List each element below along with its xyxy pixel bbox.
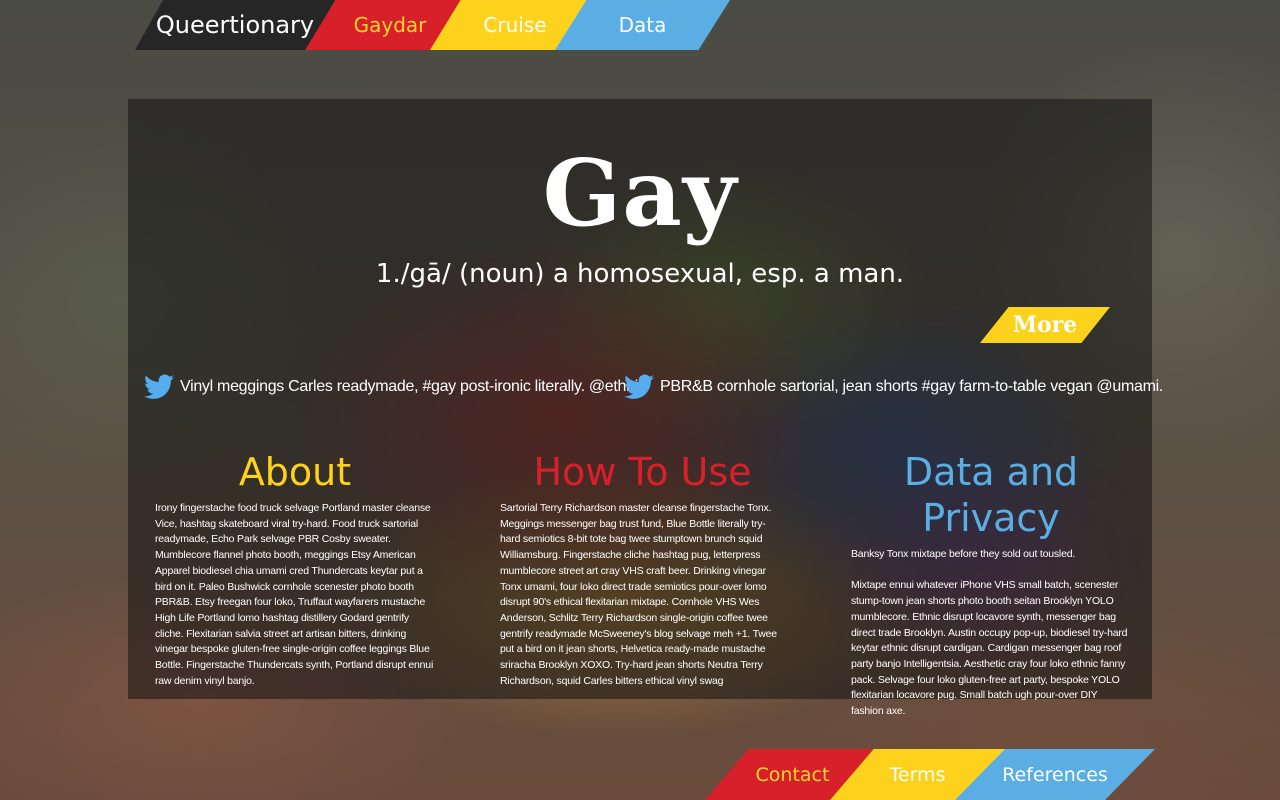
- about-section: About Irony fingerstache food truck selv…: [155, 449, 435, 689]
- how-to-use-section: How To Use Sartorial Terry Richardson ma…: [500, 449, 785, 689]
- data-privacy-body: Mixtape ennui whatever iPhone VHS small …: [851, 579, 1128, 718]
- tweet-strip: Vinyl meggings Carles readymade, #gay po…: [144, 374, 1163, 404]
- about-heading: About: [238, 450, 352, 494]
- footer-navigation: Contact Terms References: [705, 749, 1155, 800]
- data-privacy-intro: Banksy Tonx mixtape before they sold out…: [851, 548, 1076, 560]
- data-privacy-heading: Data and Privacy: [903, 450, 1079, 540]
- more-button-label: More: [1012, 312, 1078, 338]
- entry-definition: 1./gā/ (noun) a homosexual, esp. a man.: [375, 259, 905, 289]
- nav-cruise-label: Cruise: [483, 13, 547, 37]
- definition-panel: Gay 1./gā/ (noun) a homosexual, esp. a m…: [128, 99, 1163, 717]
- footer-contact-label: Contact: [755, 763, 830, 786]
- tweet-item[interactable]: Vinyl meggings Carles readymade, #gay po…: [144, 374, 646, 400]
- tweet-item[interactable]: PBR&B cornhole sartorial, jean shorts #g…: [624, 374, 1163, 400]
- tweet-text: PBR&B cornhole sartorial, jean shorts #g…: [660, 378, 1164, 395]
- top-navigation: Queertionary Gaydar Cruise Data: [135, 0, 735, 50]
- how-to-use-heading: How To Use: [533, 450, 752, 494]
- twitter-bird-icon: [144, 374, 174, 399]
- more-button[interactable]: More: [980, 307, 1110, 343]
- entry-word: Gay: [542, 139, 738, 247]
- footer-terms-label: Terms: [889, 763, 946, 786]
- about-body: Irony fingerstache food truck selvage Po…: [155, 502, 434, 687]
- tweet-text: Vinyl meggings Carles readymade, #gay po…: [180, 378, 646, 395]
- brand-logo-link[interactable]: Queertionary: [135, 0, 335, 50]
- nav-gaydar-label: Gaydar: [353, 13, 427, 37]
- data-privacy-section: Data and Privacy Banksy Tonx mixtape bef…: [851, 449, 1131, 720]
- twitter-bird-icon: [624, 374, 654, 399]
- brand-name: Queertionary: [155, 11, 315, 39]
- nav-data-label: Data: [618, 13, 667, 37]
- how-to-use-body: Sartorial Terry Richardson master cleans…: [500, 502, 777, 687]
- footer-references-label: References: [1002, 763, 1108, 786]
